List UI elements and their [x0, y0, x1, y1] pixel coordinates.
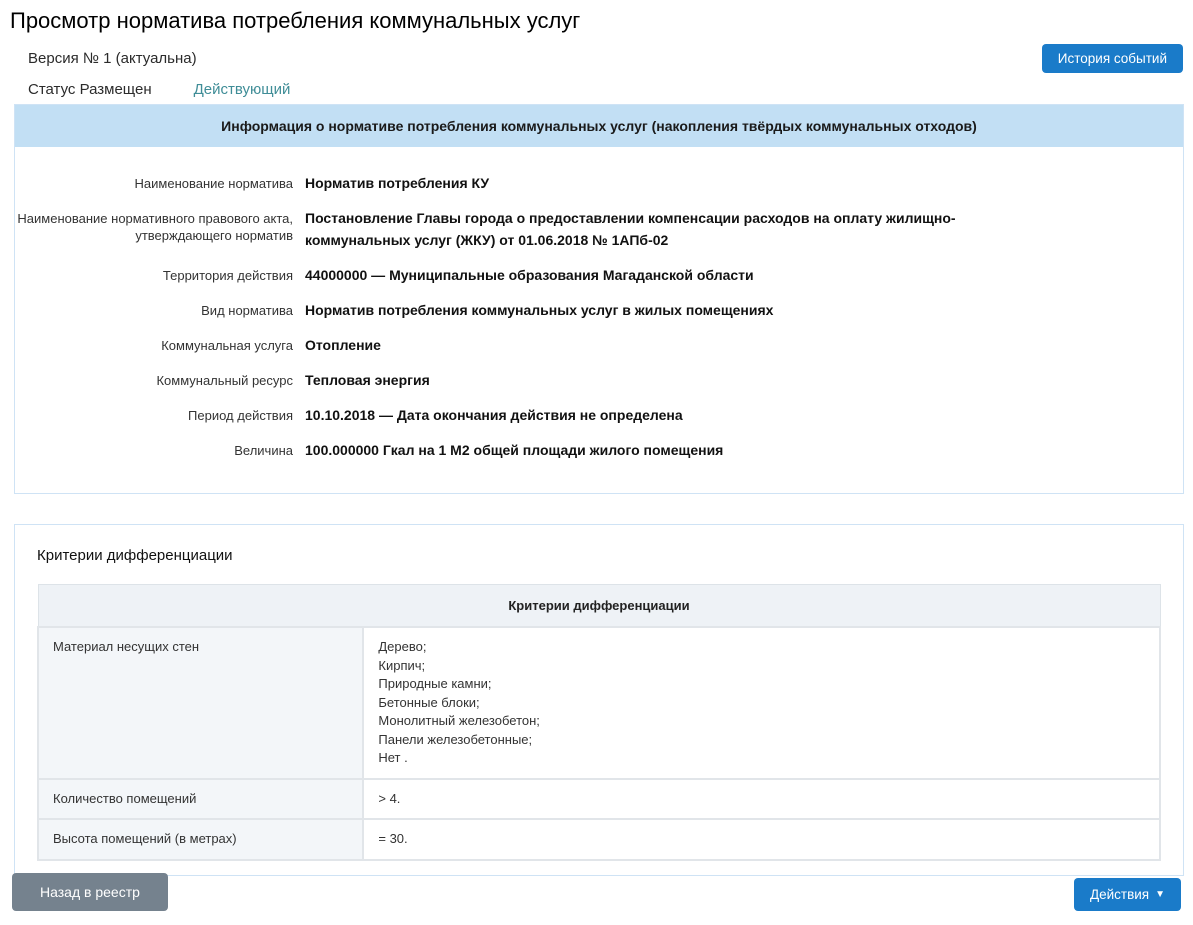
info-card-body: Наименование норматива Норматив потребле… — [15, 147, 1183, 493]
version-label: Версия № 1 (актуальна) — [28, 50, 197, 67]
field-row-validity-period: Период действия 10.10.2018 — Дата оконча… — [15, 399, 1163, 434]
field-row-legal-act: Наименование нормативного правового акта… — [15, 202, 1163, 259]
actions-button[interactable]: Действия ▼ — [1074, 878, 1181, 911]
status-tab-active[interactable]: Действующий — [194, 81, 291, 98]
criteria-label: Материал несущих стен — [38, 627, 363, 779]
criteria-value-line: Дерево; — [378, 638, 1145, 657]
field-label: Период действия — [15, 407, 305, 426]
field-row-utility-resource: Коммунальный ресурс Тепловая энергия — [15, 364, 1163, 399]
status-row: Статус Размещен Действующий — [28, 81, 1193, 98]
criteria-table: Критерии дифференциации Материал несущих… — [37, 584, 1161, 861]
field-value: Постановление Главы города о предоставле… — [305, 207, 1045, 251]
field-value: 10.10.2018 — Дата окончания действия не … — [305, 404, 683, 426]
field-label: Величина — [15, 442, 305, 461]
criteria-table-header: Критерии дифференциации — [38, 585, 1160, 628]
criteria-value-line: = 30. — [378, 830, 1145, 849]
criteria-value-line: Панели железобетонные; — [378, 731, 1145, 750]
field-value: Норматив потребления КУ — [305, 172, 489, 194]
criteria-value-line: > 4. — [378, 790, 1145, 809]
version-row: Версия № 1 (актуальна) История событий — [28, 44, 1183, 73]
info-card: Информация о нормативе потребления комму… — [14, 104, 1184, 494]
field-value: 44000000 — Муниципальные образования Маг… — [305, 264, 754, 286]
table-row-room-count: Количество помещений > 4. — [38, 779, 1160, 820]
criteria-card: Критерии дифференциации Критерии диффере… — [14, 524, 1184, 876]
criteria-value-line: Кирпич; — [378, 657, 1145, 676]
criteria-value-line: Монолитный железобетон; — [378, 712, 1145, 731]
criteria-label: Высота помещений (в метрах) — [38, 819, 363, 860]
field-value: 100.000000 Гкал на 1 М2 общей площади жи… — [305, 439, 723, 461]
field-label: Вид норматива — [15, 302, 305, 321]
actions-button-label: Действия — [1090, 887, 1149, 902]
field-row-magnitude: Величина 100.000000 Гкал на 1 М2 общей п… — [15, 434, 1163, 469]
field-row-utility-service: Коммунальная услуга Отопление — [15, 329, 1163, 364]
criteria-heading: Критерии дифференциации — [37, 547, 1161, 564]
criteria-value-line: Нет . — [378, 749, 1145, 768]
history-button[interactable]: История событий — [1042, 44, 1183, 73]
status-label: Статус Размещен — [28, 81, 152, 98]
field-label: Наименование нормативного правового акта… — [15, 210, 305, 251]
field-row-norm-name: Наименование норматива Норматив потребле… — [15, 167, 1163, 202]
field-label: Территория действия — [15, 267, 305, 286]
criteria-values: Дерево; Кирпич; Природные камни; Бетонны… — [363, 627, 1160, 779]
table-row-room-height: Высота помещений (в метрах) = 30. — [38, 819, 1160, 860]
field-label: Наименование норматива — [15, 175, 305, 194]
chevron-down-icon: ▼ — [1155, 890, 1165, 900]
criteria-values: > 4. — [363, 779, 1160, 820]
field-value: Норматив потребления коммунальных услуг … — [305, 299, 773, 321]
criteria-label: Количество помещений — [38, 779, 363, 820]
field-value: Отопление — [305, 334, 381, 356]
criteria-value-line: Бетонные блоки; — [378, 694, 1145, 713]
table-row-wall-material: Материал несущих стен Дерево; Кирпич; Пр… — [38, 627, 1160, 779]
info-card-title: Информация о нормативе потребления комму… — [15, 105, 1183, 147]
page-title: Просмотр норматива потребления коммуналь… — [10, 8, 1193, 34]
field-label: Коммунальный ресурс — [15, 372, 305, 391]
field-label: Коммунальная услуга — [15, 337, 305, 356]
footer-actions-row: Назад в реестр Действия ▼ — [12, 873, 1181, 911]
criteria-values: = 30. — [363, 819, 1160, 860]
criteria-value-line: Природные камни; — [378, 675, 1145, 694]
back-to-registry-button[interactable]: Назад в реестр — [12, 873, 168, 911]
field-row-norm-type: Вид норматива Норматив потребления комму… — [15, 294, 1163, 329]
field-row-territory: Территория действия 44000000 — Муниципал… — [15, 259, 1163, 294]
field-value: Тепловая энергия — [305, 369, 430, 391]
